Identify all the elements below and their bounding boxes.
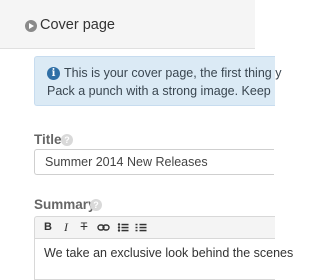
link-button[interactable] [96,220,110,235]
bold-button[interactable]: B [43,220,53,235]
bullet-list-button[interactable] [116,220,129,235]
summary-label: Summary [34,197,96,212]
info-banner: i This is your cover page, the first thi… [34,56,281,106]
summary-text: We take an exclusive look behind the sce… [44,246,294,260]
editor-toolbar: B I T [34,216,275,239]
strikethrough-button[interactable]: T [79,220,89,235]
numbered-list-button[interactable] [134,220,147,235]
title-input-value: Summer 2014 New Releases [45,155,208,169]
help-icon[interactable]: ? [90,199,102,211]
section-title: Cover page [40,17,115,33]
help-icon[interactable]: ? [61,134,73,146]
title-input[interactable]: Summer 2014 New Releases [34,149,274,175]
info-icon: i [47,67,60,80]
link-icon [96,224,110,231]
info-text-line-1: This is your cover page, the first thing… [64,66,282,80]
bullet-list-icon [117,223,128,232]
numbered-list-icon [135,223,146,232]
summary-editor[interactable]: We take an exclusive look behind the sce… [34,238,293,280]
expand-arrow-icon[interactable] [25,20,37,32]
italic-button[interactable]: I [61,220,71,235]
title-label: Title [34,132,62,147]
cover-page-header[interactable]: Cover page [0,0,255,49]
info-text-line-2: Pack a punch with a strong image. Keep [47,84,271,98]
